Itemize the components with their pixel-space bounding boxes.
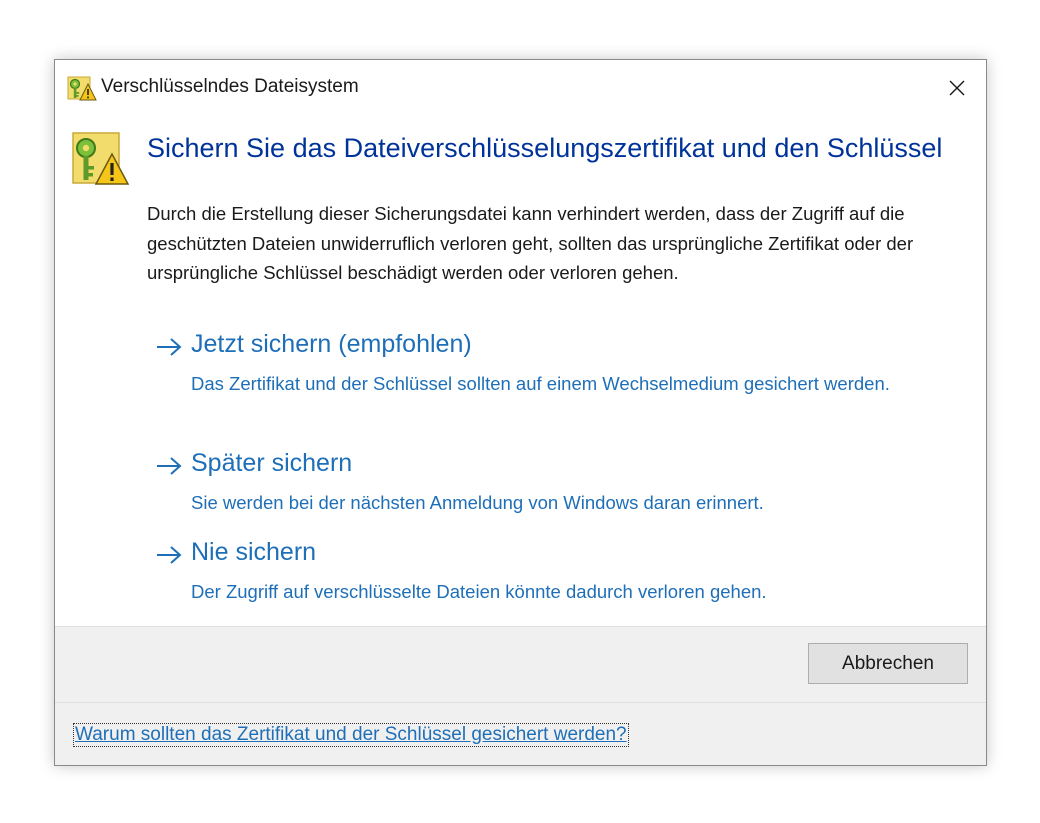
help-bar: Warum sollten das Zertifikat und der Sch… [55, 702, 986, 765]
efs-dialog: Verschlüsselndes Dateisystem Sichern Sie… [54, 59, 987, 766]
arrow-right-icon [157, 546, 182, 564]
dialog-content: Sichern Sie das Dateiverschlüsselungszer… [55, 114, 986, 626]
arrow-right-icon [157, 338, 182, 356]
arrow-right-icon [157, 457, 182, 475]
title-bar: Verschlüsselndes Dateisystem [55, 60, 986, 114]
key-warning-icon [72, 132, 130, 185]
option-description: Sie werden bei der nächsten Anmeldung vo… [191, 492, 764, 513]
window-title: Verschlüsselndes Dateisystem [101, 76, 359, 97]
button-bar: Abbrechen [55, 626, 986, 702]
option-title[interactable]: Jetzt sichern (empfohlen) [191, 330, 472, 359]
option-description: Das Zertifikat und der Schlüssel sollten… [191, 373, 890, 394]
help-link[interactable]: Warum sollten das Zertifikat und der Sch… [73, 723, 629, 747]
key-warning-icon [67, 76, 97, 101]
page-heading: Sichern Sie das Dateiverschlüsselungszer… [147, 133, 943, 163]
description-text: Durch die Erstellung dieser Sicherungsda… [147, 203, 914, 283]
option-description: Der Zugriff auf verschlüsselte Dateien k… [191, 581, 767, 602]
close-button[interactable] [942, 74, 972, 102]
cancel-button[interactable]: Abbrechen [808, 643, 968, 684]
option-title[interactable]: Später sichern [191, 449, 352, 478]
option-title[interactable]: Nie sichern [191, 538, 316, 567]
close-icon [949, 80, 965, 96]
